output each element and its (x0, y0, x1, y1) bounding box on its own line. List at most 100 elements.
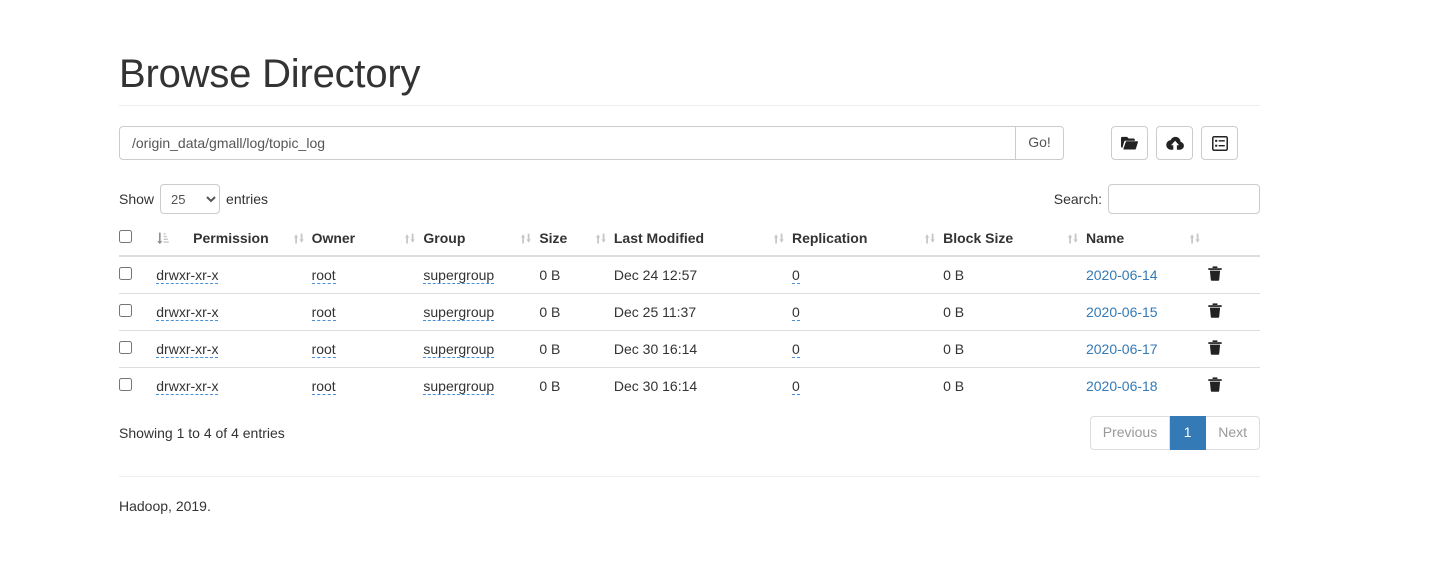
replication-link[interactable]: 0 (791, 341, 800, 358)
cell-group: supergroup (423, 367, 540, 404)
page-footer: Hadoop, 2019. (119, 476, 1260, 514)
owner-link[interactable]: root (311, 341, 336, 358)
table-header-row: Permission Owner Group Size Last Modifie… (119, 222, 1260, 257)
upload-files-button[interactable] (1156, 126, 1193, 160)
cell-actions (1208, 367, 1260, 404)
owner-link[interactable]: root (311, 304, 336, 321)
column-label-size: Size (539, 230, 568, 246)
cell-actions (1208, 293, 1260, 331)
sort-icon (924, 232, 935, 245)
create-directory-button[interactable] (1111, 126, 1148, 160)
sort-icon (773, 232, 784, 245)
table-row: drwxr-xr-x root supergroup 0 B Dec 25 11… (119, 293, 1260, 331)
cut-paste-button[interactable] (1201, 126, 1238, 160)
row-select-cell (119, 330, 157, 368)
row-select-cell (119, 293, 157, 331)
delete-row-button[interactable] (1208, 377, 1222, 392)
select-all-checkbox[interactable] (119, 230, 132, 243)
cell-replication: 0 (791, 293, 944, 331)
permission-link[interactable]: drwxr-xr-x (156, 304, 219, 321)
column-label-replication: Replication (791, 230, 868, 246)
column-label-name: Name (1085, 230, 1125, 246)
cell-name: 2020-06-15 (1085, 293, 1209, 331)
page-title: Browse Directory (119, 52, 421, 96)
pagination-next[interactable]: Next (1206, 416, 1260, 450)
sort-icon (1189, 232, 1200, 245)
page-header: Browse Directory (119, 0, 1260, 106)
datatable-footer: Showing 1 to 4 of 4 entries Previous 1 N… (119, 416, 1260, 450)
datatable-controls: Show 25 entries Search: (119, 182, 1260, 216)
cell-replication: 0 (791, 256, 943, 294)
group-link[interactable]: supergroup (423, 304, 495, 321)
file-name-link[interactable]: 2020-06-17 (1086, 341, 1158, 357)
column-header-replication[interactable]: Replication (791, 222, 944, 257)
owner-link[interactable]: root (311, 378, 336, 395)
replication-link[interactable]: 0 (791, 267, 800, 284)
column-label-permission: Permission (193, 230, 269, 246)
column-header-last-modified[interactable]: Last Modified (613, 222, 792, 257)
row-checkbox[interactable] (119, 267, 132, 280)
delete-row-button[interactable] (1208, 266, 1222, 281)
column-label-last-modified: Last Modified (613, 230, 705, 246)
column-header-permission[interactable]: Permission (156, 222, 312, 257)
replication-link[interactable]: 0 (791, 378, 800, 395)
page-length-control: Show 25 entries (119, 184, 268, 214)
cell-last-modified: Dec 30 16:14 (613, 330, 792, 368)
file-name-link[interactable]: 2020-06-18 (1086, 378, 1158, 394)
cell-owner: root (311, 293, 424, 331)
cell-group: supergroup (423, 256, 539, 294)
row-checkbox[interactable] (119, 378, 132, 391)
group-link[interactable]: supergroup (423, 267, 495, 284)
file-name-link[interactable]: 2020-06-14 (1086, 267, 1158, 283)
footer-text: Hadoop, 2019. (119, 498, 211, 514)
row-checkbox[interactable] (119, 304, 132, 317)
entries-info: Showing 1 to 4 of 4 entries (119, 425, 285, 441)
sort-icon (595, 232, 606, 245)
column-header-size[interactable]: Size (539, 222, 614, 257)
cell-name: 2020-06-17 (1085, 330, 1209, 368)
permission-link[interactable]: drwxr-xr-x (156, 341, 219, 358)
go-button[interactable]: Go! (1015, 126, 1064, 160)
cell-last-modified: Dec 25 11:37 (613, 293, 792, 331)
trash-icon (1208, 266, 1222, 284)
cell-size: 0 B (539, 367, 614, 404)
cell-actions (1208, 256, 1260, 294)
directory-path-input[interactable] (119, 126, 1015, 160)
cell-block-size: 0 B (943, 330, 1086, 368)
pagination-previous[interactable]: Previous (1089, 416, 1171, 450)
group-link[interactable]: supergroup (423, 341, 495, 358)
column-header-group[interactable]: Group (423, 222, 540, 257)
row-select-cell (119, 367, 157, 404)
column-header-owner[interactable]: Owner (311, 222, 424, 257)
search-control: Search: (1054, 184, 1260, 214)
cell-owner: root (311, 256, 424, 294)
cell-actions (1208, 330, 1260, 368)
path-toolbar-row: Go! (119, 126, 1260, 160)
delete-row-button[interactable] (1208, 340, 1222, 355)
replication-link[interactable]: 0 (791, 304, 800, 321)
trash-icon (1208, 340, 1222, 358)
permission-link[interactable]: drwxr-xr-x (156, 378, 219, 395)
row-checkbox[interactable] (119, 341, 132, 354)
column-header-name[interactable]: Name (1085, 222, 1209, 257)
file-name-link[interactable]: 2020-06-15 (1086, 304, 1158, 320)
browse-directory-page: Browse Directory Go! (0, 0, 1431, 574)
column-header-block-size[interactable]: Block Size (943, 222, 1086, 257)
group-link[interactable]: supergroup (423, 378, 495, 395)
table-row: drwxr-xr-x root supergroup 0 B Dec 30 16… (119, 330, 1260, 368)
cell-permission: drwxr-xr-x (156, 330, 312, 368)
page-length-select[interactable]: 25 (160, 184, 221, 214)
cell-block-size: 0 B (943, 367, 1086, 404)
pagination-page-1[interactable]: 1 (1170, 416, 1207, 450)
permission-link[interactable]: drwxr-xr-x (156, 267, 219, 284)
cell-size: 0 B (539, 267, 561, 283)
sort-amount-desc-icon (156, 232, 170, 245)
cell-last-modified: Dec 30 16:14 (613, 367, 792, 404)
table-row: drwxr-xr-x root supergroup 0 B Dec 30 16… (119, 367, 1260, 404)
column-header-actions (1208, 222, 1260, 257)
delete-row-button[interactable] (1208, 303, 1222, 318)
owner-link[interactable]: root (311, 267, 336, 284)
cell-name: 2020-06-18 (1085, 367, 1209, 404)
search-input[interactable] (1108, 184, 1260, 214)
cell-block-size: 0 B (943, 267, 965, 283)
